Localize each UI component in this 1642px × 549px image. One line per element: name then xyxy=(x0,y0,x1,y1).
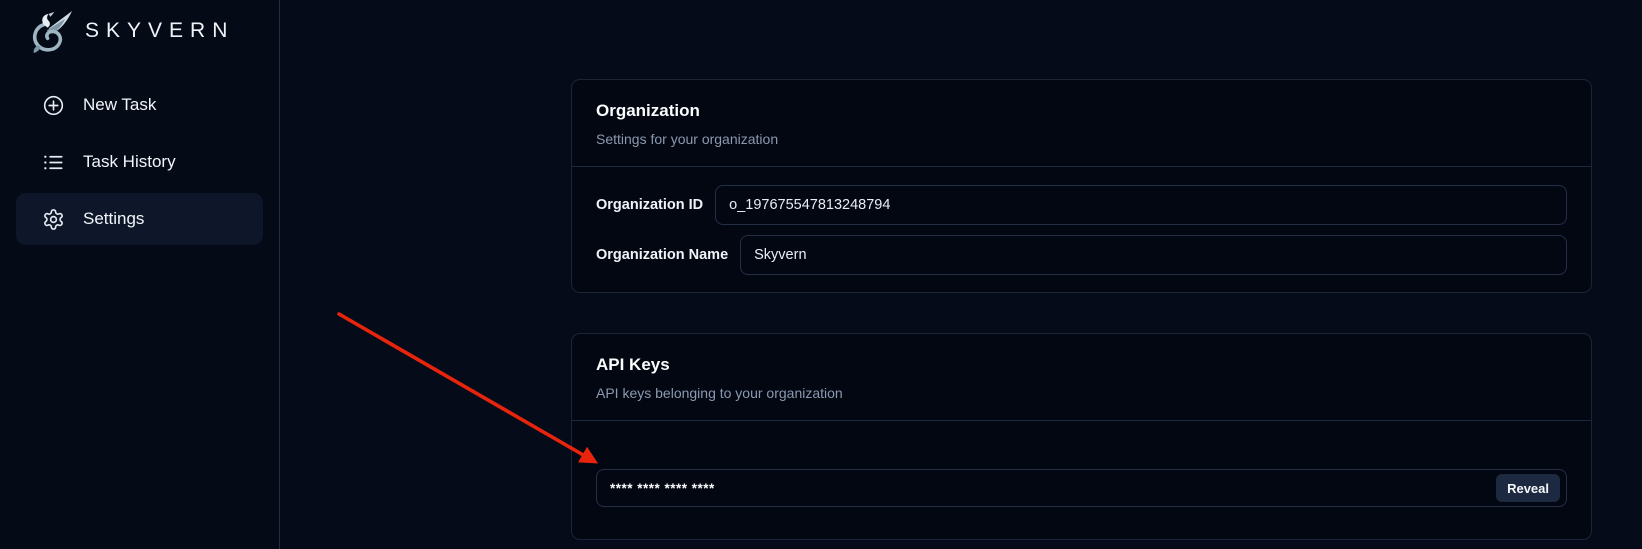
sidebar-item-task-history[interactable]: Task History xyxy=(16,136,263,188)
gear-icon xyxy=(42,208,65,231)
reveal-button[interactable]: Reveal xyxy=(1496,474,1560,502)
api-key-masked-value: **** **** **** **** xyxy=(610,481,715,496)
card-title: Organization xyxy=(596,100,1567,122)
organization-id-input[interactable] xyxy=(715,185,1567,225)
api-keys-card: API Keys API keys belonging to your orga… xyxy=(571,333,1592,540)
sidebar-item-settings[interactable]: Settings xyxy=(16,193,263,245)
skyvern-dragon-logo-icon xyxy=(28,8,75,55)
organization-name-row: Organization Name xyxy=(596,235,1567,275)
api-key-field[interactable]: **** **** **** **** Reveal xyxy=(596,469,1567,507)
api-keys-card-content: **** **** **** **** Reveal xyxy=(572,421,1591,507)
organization-card-header: Organization Settings for your organizat… xyxy=(572,80,1591,166)
list-icon xyxy=(42,151,65,174)
card-title: API Keys xyxy=(596,354,1567,376)
organization-card: Organization Settings for your organizat… xyxy=(571,79,1592,293)
sidebar-item-new-task[interactable]: New Task xyxy=(16,79,263,131)
organization-name-input[interactable] xyxy=(740,235,1567,275)
organization-card-content: Organization ID Organization Name xyxy=(572,167,1591,297)
sidebar: SKYVERN New Task Task History Settings xyxy=(0,0,280,549)
app-logo: SKYVERN xyxy=(0,0,279,58)
organization-id-row: Organization ID xyxy=(596,185,1567,225)
app-title: SKYVERN xyxy=(85,19,234,43)
sidebar-item-label: Settings xyxy=(83,209,144,229)
organization-name-label: Organization Name xyxy=(596,247,728,263)
card-subtitle: Settings for your organization xyxy=(596,130,1567,148)
sidebar-item-label: Task History xyxy=(83,152,176,172)
sidebar-item-label: New Task xyxy=(83,95,156,115)
api-keys-card-header: API Keys API keys belonging to your orga… xyxy=(572,334,1591,420)
sidebar-nav: New Task Task History Settings xyxy=(0,79,279,245)
plus-circle-icon xyxy=(42,94,65,117)
card-subtitle: API keys belonging to your organization xyxy=(596,384,1567,402)
organization-id-label: Organization ID xyxy=(596,197,703,213)
